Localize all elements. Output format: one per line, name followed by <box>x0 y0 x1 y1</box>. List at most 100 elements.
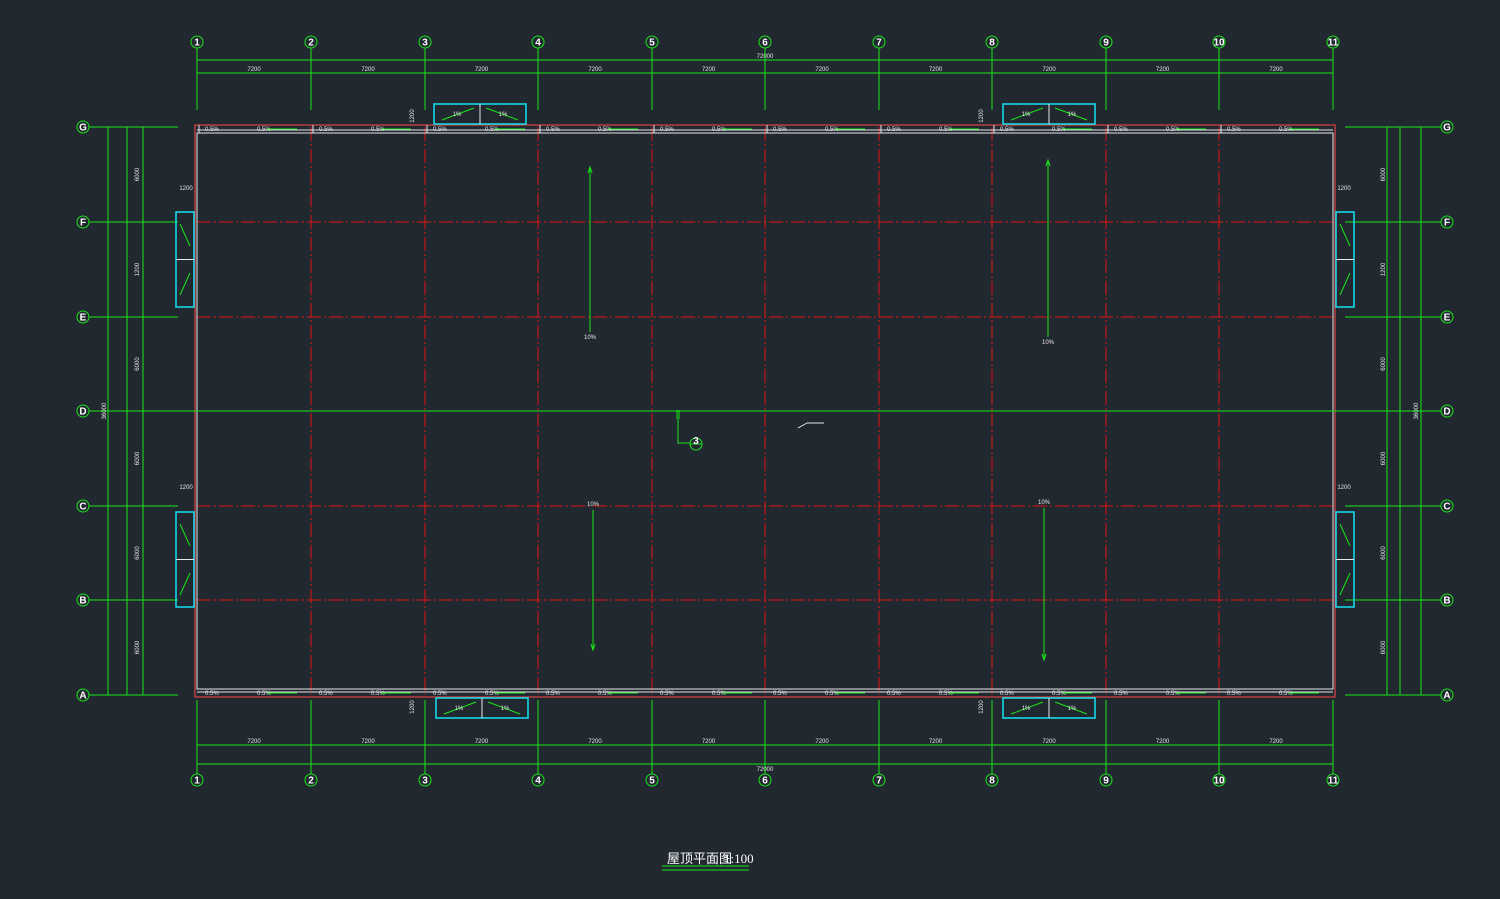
axis-bubble-bottom-3-label: 3 <box>422 776 428 787</box>
hatch-left-upper-arrow <box>179 272 191 296</box>
gutter-slope-label: 0.5% <box>1227 127 1241 133</box>
axis-bubble-top-4-label: 4 <box>535 38 541 49</box>
gutter-slope-label: 0.5% <box>371 691 385 697</box>
dimension-text-bottom: 7200 <box>815 739 829 745</box>
gutter-slope-label: 0.5% <box>1052 127 1066 133</box>
dimension-vtext-right: 6000 <box>1381 357 1387 371</box>
hatch-top-left-slope: 1% <box>453 112 462 118</box>
dimension-text-bottom: 7200 <box>1269 739 1283 745</box>
gutter-slope-label: 0.5% <box>887 691 901 697</box>
hatch-dim-side: 1200 <box>179 186 193 192</box>
gutter-slope-label: 0.5% <box>1279 127 1293 133</box>
axis-bubble-left-F-label: F <box>80 218 86 229</box>
axis-bubble-bottom-8-label: 8 <box>989 776 995 787</box>
slope-arrow-top-right-label: 10% <box>1042 340 1055 346</box>
gutter-slope-label: 0.5% <box>257 691 271 697</box>
gutter-slope-label: 0.5% <box>205 127 219 133</box>
dimension-text-top: 7200 <box>1269 67 1283 73</box>
gutter-slope-label: 0.5% <box>1114 127 1128 133</box>
gutter-slope-label: 0.5% <box>371 127 385 133</box>
axis-bubble-top-10-label: 10 <box>1213 38 1225 49</box>
dimension-vtext-left: 6000 <box>135 546 141 560</box>
axis-bubble-top-3-label: 3 <box>422 38 428 49</box>
gutter-slope-label: 0.5% <box>939 691 953 697</box>
axis-bubble-top-2-label: 2 <box>308 38 314 49</box>
dimension-text-top: 7200 <box>1042 67 1056 73</box>
axis-bubble-right-D-label: D <box>1443 407 1450 418</box>
gutter-slope-label: 0.5% <box>825 127 839 133</box>
gutter-slope-label: 0.5% <box>712 691 726 697</box>
dimension-text-bottom: 7200 <box>1156 739 1170 745</box>
gutter-slope-label: 0.5% <box>485 691 499 697</box>
gutter-slope-label: 0.5% <box>319 691 333 697</box>
gutter-slope-label: 0.5% <box>887 127 901 133</box>
hatch-right-upper-arrow <box>1339 272 1351 296</box>
axis-bubble-bottom-4-label: 4 <box>535 776 541 787</box>
axis-bubble-right-G-label: G <box>1443 123 1451 134</box>
dimension-text-bottom: 7200 <box>361 739 375 745</box>
hatch-bottom-right-slope: 1% <box>1068 706 1077 712</box>
dimension-text-bottom: 7200 <box>929 739 943 745</box>
gutter-slope-label: 0.5% <box>205 691 219 697</box>
section-leader <box>677 419 690 444</box>
axis-bubble-right-A-label: A <box>1443 691 1450 702</box>
gutter-slope-label: 0.5% <box>485 127 499 133</box>
axis-bubble-left-E-label: E <box>80 313 87 324</box>
drawing-scale-text: 1:100 <box>724 851 754 866</box>
hatch-dim-bottom: 1200 <box>410 700 416 714</box>
section-marker: 3 <box>676 410 703 451</box>
gutter-slope-label: 0.5% <box>660 127 674 133</box>
dimension-text-bottom: 7200 <box>702 739 716 745</box>
dimension-text-top: 7200 <box>815 67 829 73</box>
slope-arrow-bottom-right-label: 10% <box>1038 500 1051 506</box>
dimension-vtext-left: 6000 <box>135 640 141 654</box>
gutter-slope-label: 0.5% <box>546 691 560 697</box>
hatch-dim-side: 1200 <box>179 485 193 491</box>
axis-bubble-top-6-label: 6 <box>762 38 768 49</box>
axis-bubble-bottom-5-label: 5 <box>649 776 655 787</box>
gutter-slope-label: 0.5% <box>546 127 560 133</box>
gutter-slope-label: 0.5% <box>1000 691 1014 697</box>
gutter-slope-label: 0.5% <box>1166 691 1180 697</box>
hatch-top-right-slope: 1% <box>1022 112 1031 118</box>
gutter-slope-label: 0.5% <box>660 691 674 697</box>
gutter-slope-label: 0.5% <box>598 691 612 697</box>
axis-bubble-bottom-6-label: 6 <box>762 776 768 787</box>
axis-bubble-top-7-label: 7 <box>876 38 882 49</box>
hatch-left-lower-arrow <box>179 523 191 547</box>
gutter-slope-label: 0.5% <box>1000 127 1014 133</box>
dimension-vtotal-left: 36000 <box>102 402 108 419</box>
axis-bubble-bottom-10-label: 10 <box>1213 776 1225 787</box>
axis-bubble-left-G-label: G <box>79 123 87 134</box>
gutter-slope-label: 0.5% <box>773 127 787 133</box>
axis-bubble-top-5-label: 5 <box>649 38 655 49</box>
gutter-slope-label: 0.5% <box>1279 691 1293 697</box>
gutter-slope-label: 0.5% <box>319 127 333 133</box>
axis-bubble-right-B-label: B <box>1443 596 1450 607</box>
dimension-text-bottom: 7200 <box>588 739 602 745</box>
gutter-slope-label: 0.5% <box>1052 691 1066 697</box>
gutter-slope-label: 0.5% <box>598 127 612 133</box>
gutter-slope-label: 0.5% <box>825 691 839 697</box>
dimension-vtext-right: 6000 <box>1381 546 1387 560</box>
dimension-text-top: 7200 <box>361 67 375 73</box>
dimension-text-top: 7200 <box>929 67 943 73</box>
hatch-dim-bottom: 1200 <box>979 700 985 714</box>
dimension-vtext-left: 6000 <box>135 357 141 371</box>
hatch-bottom-left-slope: 1% <box>455 706 464 712</box>
slope-arrow-top-left-label: 10% <box>584 335 597 341</box>
dimension-text-top: 7200 <box>1156 67 1170 73</box>
dimension-text-top: 7200 <box>588 67 602 73</box>
axis-bubble-bottom-9-label: 9 <box>1103 776 1109 787</box>
hatch-dim-side: 1200 <box>1337 186 1351 192</box>
axis-bubble-top-11-label: 11 <box>1328 38 1339 49</box>
gutter-slope-label: 0.5% <box>433 127 447 133</box>
hatch-bottom-left-slope: 1% <box>501 706 510 712</box>
hatch-top-left-slope: 1% <box>499 112 508 118</box>
gutter-slope-label: 0.5% <box>939 127 953 133</box>
gutter-slope-label: 0.5% <box>257 127 271 133</box>
axis-bubble-bottom-2-label: 2 <box>308 776 314 787</box>
dimension-vtext-right: 6000 <box>1381 167 1387 181</box>
gutter-slope-label: 0.5% <box>1114 691 1128 697</box>
axis-bubble-top-8-label: 8 <box>989 38 995 49</box>
